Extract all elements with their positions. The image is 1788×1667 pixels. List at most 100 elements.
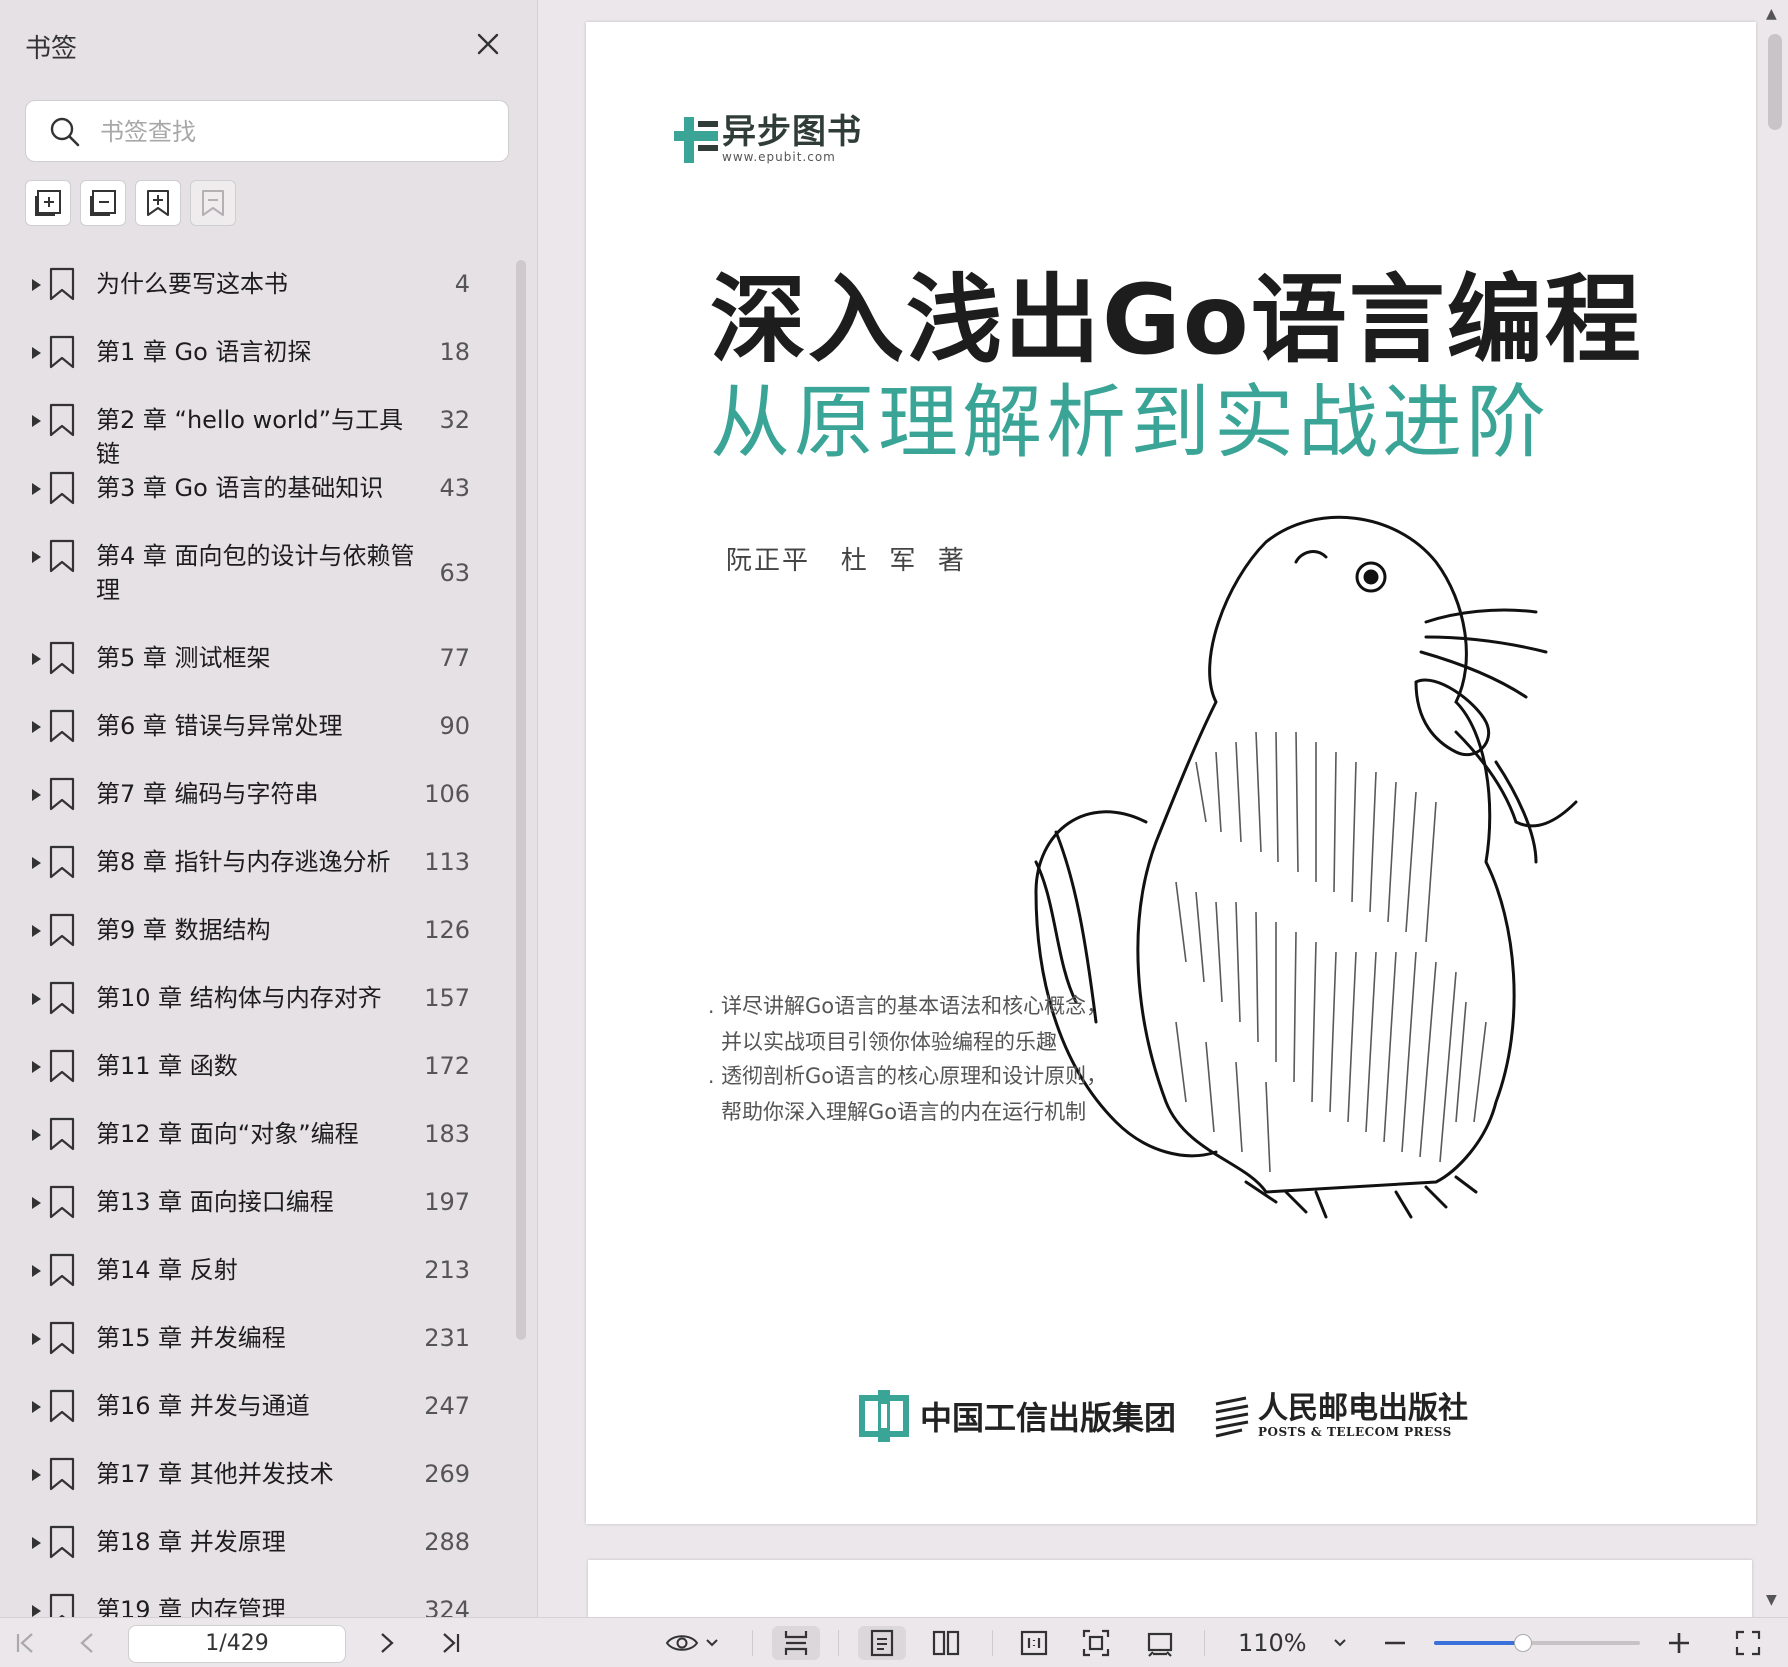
zoom-in-icon[interactable] [1662,1626,1696,1660]
publisher-logo-text: 异步图书 [722,112,862,152]
add-bookmark-icon[interactable] [135,180,181,226]
expand-arrow-icon[interactable] [30,1263,42,1277]
book-authors: 阮正平 杜 军 著 [726,546,966,576]
expand-arrow-icon[interactable] [30,991,42,1005]
bookmark-item[interactable]: 第11 章 函数 172 [0,1032,510,1100]
bookmark-item[interactable]: 第8 章 指针与内存逃逸分析 113 [0,828,510,896]
ptpress-logo-icon [1215,1396,1249,1438]
bookmark-page-number: 113 [424,848,470,876]
bookmark-icon [48,981,76,1015]
bookmark-item[interactable]: 第19 章 内存管理 324 [0,1576,510,1617]
bookmark-item[interactable]: 第1 章 Go 语言初探 18 [0,318,510,386]
bullet-dot: · [708,1070,715,1094]
expand-arrow-icon[interactable] [30,481,42,495]
bookmark-item[interactable]: 第7 章 编码与字符串 106 [0,760,510,828]
expand-arrow-icon[interactable] [30,1127,42,1141]
bookmark-item[interactable]: 第16 章 并发与通道 247 [0,1372,510,1440]
bookmark-label: 第16 章 并发与通道 [96,1392,310,1420]
expand-arrow-icon[interactable] [30,787,42,801]
bookmark-icon [48,1593,76,1617]
bookmark-label: 第3 章 Go 语言的基础知识 [96,474,384,502]
expand-arrow-icon[interactable] [30,1195,42,1209]
expand-arrow-icon[interactable] [30,1535,42,1549]
bookmark-item[interactable]: 第6 章 错误与异常处理 90 [0,692,510,760]
expand-arrow-icon[interactable] [30,1467,42,1481]
bookmark-page-number: 172 [424,1052,470,1080]
bookmark-item[interactable]: 第9 章 数据结构 126 [0,896,510,964]
scroll-down-arrow[interactable]: ▼ [1766,1592,1777,1608]
page-number-input[interactable]: 1/429 [128,1625,346,1663]
bookmark-page-number: 247 [424,1392,470,1420]
bookmark-page-number: 43 [439,474,470,502]
bookmark-item[interactable]: 第3 章 Go 语言的基础知识 43 [0,454,510,522]
bookmark-icon [48,1525,76,1559]
close-icon[interactable] [470,26,506,62]
bookmark-item[interactable]: 为什么要写这本书 4 [0,250,510,318]
bookmark-item[interactable]: 第12 章 面向“对象”编程 183 [0,1100,510,1168]
document-scrollbar-thumb[interactable] [1768,34,1782,130]
bookmark-search-input[interactable] [98,113,492,151]
bookmark-icon [48,709,76,743]
bookmark-page-number: 197 [424,1188,470,1216]
expand-arrow-icon[interactable] [30,1059,42,1073]
expand-arrow-icon[interactable] [30,413,42,427]
expand-all-icon[interactable] [25,180,71,226]
fit-width-icon[interactable] [772,1626,820,1660]
bottom-toolbar: 1/429 110% [0,1617,1788,1667]
expand-arrow-icon[interactable] [30,923,42,937]
view-mode-dropdown[interactable] [662,1626,722,1660]
bookmark-page-number: 288 [424,1528,470,1556]
actual-size-icon[interactable] [1010,1626,1058,1660]
miit-group-logo-icon [859,1390,909,1442]
bookmark-item[interactable]: 第14 章 反射 213 [0,1236,510,1304]
chevron-down-icon [706,1639,718,1647]
bookmark-page-number: 106 [424,780,470,808]
zoom-level[interactable]: 110% [1238,1626,1307,1660]
zoom-dropdown-chevron-icon[interactable] [1328,1626,1352,1660]
zoom-slider-thumb[interactable] [1513,1634,1532,1652]
bookmark-item[interactable]: 第18 章 并发原理 288 [0,1508,510,1576]
fit-page-icon[interactable] [1072,1626,1120,1660]
bookmark-label: 第4 章 面向包的设计与依赖管理 [96,542,415,604]
expand-arrow-icon[interactable] [30,345,42,359]
sidebar-scrollbar[interactable] [516,260,526,1340]
bookmark-icon [48,1049,76,1083]
bookmark-search-box[interactable] [25,100,509,162]
bullet-1-line-1: 详尽讲解Go语言的基本语法和核心概念， [721,994,1108,1018]
zoom-out-icon[interactable] [1378,1626,1412,1660]
fullscreen-icon[interactable] [1728,1626,1768,1660]
bookmark-label: 第8 章 指针与内存逃逸分析 [96,848,391,876]
bookmark-label: 为什么要写这本书 [96,270,288,298]
expand-arrow-icon[interactable] [30,855,42,869]
bookmark-item[interactable]: 第15 章 并发编程 231 [0,1304,510,1372]
expand-arrow-icon[interactable] [30,1399,42,1413]
previous-page-icon[interactable] [72,1626,102,1660]
bookmark-item[interactable]: 第13 章 面向接口编程 197 [0,1168,510,1236]
expand-arrow-icon[interactable] [30,1331,42,1345]
bookmark-icon [48,1321,76,1355]
bookmark-item[interactable]: 第4 章 面向包的设计与依赖管理 63 [0,522,510,624]
expand-arrow-icon[interactable] [30,1603,42,1617]
bookmark-item[interactable]: 第10 章 结构体与内存对齐 157 [0,964,510,1032]
bookmark-page-number: 269 [424,1460,470,1488]
first-page-icon[interactable] [10,1626,40,1660]
next-page-icon[interactable] [372,1626,402,1660]
expand-arrow-icon[interactable] [30,549,42,563]
expand-arrow-icon[interactable] [30,651,42,665]
separator [838,1630,839,1656]
remove-bookmark-icon[interactable] [190,180,236,226]
last-page-icon[interactable] [436,1626,466,1660]
bookmark-item[interactable]: 第5 章 测试框架 77 [0,624,510,692]
expand-arrow-icon[interactable] [30,719,42,733]
expand-arrow-icon[interactable] [30,277,42,291]
bookmark-label: 第19 章 内存管理 [96,1596,286,1617]
bookmark-item[interactable]: 第17 章 其他并发技术 269 [0,1440,510,1508]
collapse-all-icon[interactable] [80,180,126,226]
bookmark-label: 第14 章 反射 [96,1256,238,1284]
two-page-icon[interactable] [922,1626,970,1660]
single-page-icon[interactable] [858,1626,906,1660]
rotate-page-icon[interactable] [1136,1626,1184,1660]
bookmark-item[interactable]: 第2 章 “hello world”与工具链 32 [0,386,510,468]
zoom-slider[interactable] [1434,1634,1640,1652]
scroll-up-arrow[interactable]: ▲ [1766,6,1777,22]
